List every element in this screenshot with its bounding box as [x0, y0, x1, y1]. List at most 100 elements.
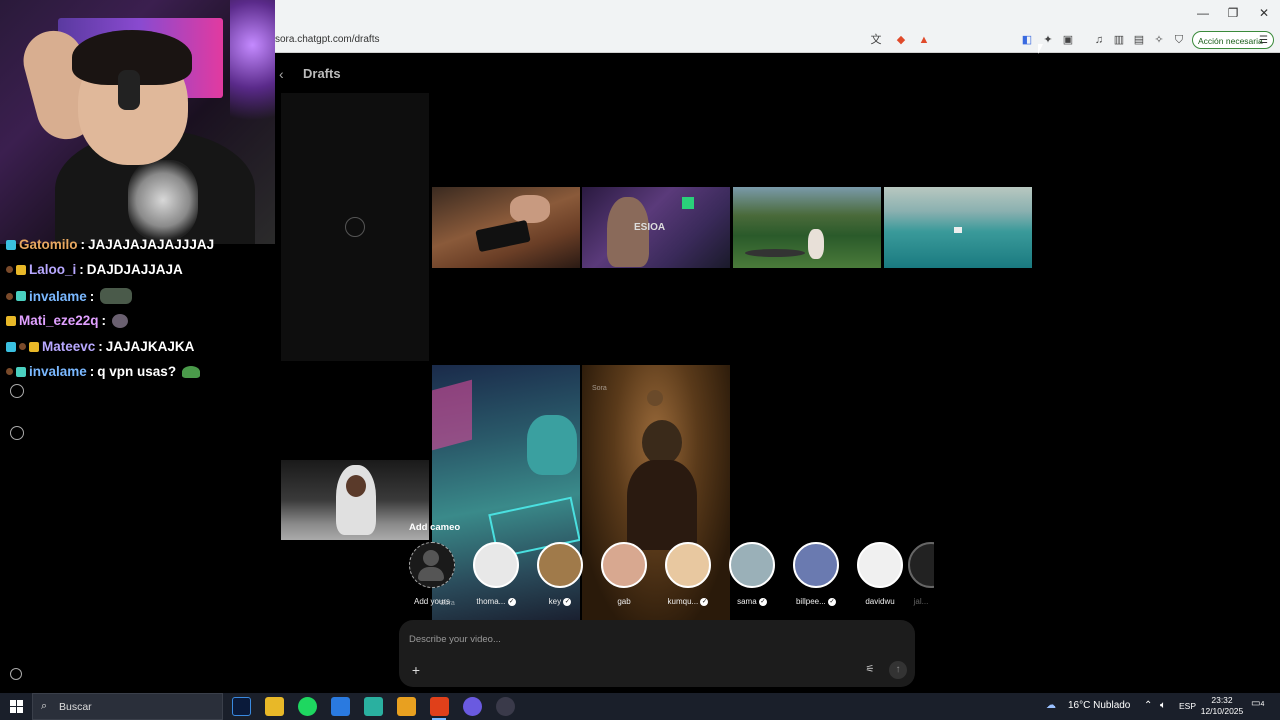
avatar — [665, 542, 711, 588]
wallet-icon[interactable]: ▤ — [1132, 33, 1146, 47]
system-clock[interactable]: 23:32 12/10/2025 — [1198, 695, 1246, 717]
add-cameo-label: Add cameo — [409, 522, 461, 533]
turtle-emote-icon — [182, 365, 201, 378]
translate-icon[interactable]: 文 — [869, 33, 883, 47]
leo-ai-icon[interactable]: ✧ — [1152, 33, 1166, 47]
vscode-icon[interactable] — [331, 697, 350, 716]
avatar — [793, 542, 839, 588]
sub-badge-icon — [16, 291, 26, 301]
file-explorer-icon[interactable] — [265, 697, 284, 716]
menu-icon: ☰ — [1259, 35, 1268, 46]
cameo-name: davidwu — [865, 597, 895, 606]
action-required-button[interactable]: Acción necesaria ☰ — [1192, 31, 1274, 49]
windows-start-icon[interactable] — [10, 700, 23, 713]
draft-thumbnail[interactable] — [733, 187, 881, 268]
cameo-item[interactable]: key ✓ — [536, 542, 584, 606]
chat-message: Laloo_i : DAJDJAJJAJA — [6, 262, 183, 277]
avatar — [537, 542, 583, 588]
cameo-item[interactable]: davidwu — [856, 542, 904, 606]
language-indicator[interactable]: ESP — [1179, 701, 1196, 711]
back-arrow-icon[interactable]: ‹ — [279, 66, 284, 82]
badge-icon — [19, 343, 26, 350]
search-icon: ⌕ — [41, 700, 48, 712]
cameo-name: jal... — [913, 597, 929, 606]
cameo-item[interactable]: kumqu... ✓ — [664, 542, 712, 606]
verified-icon: ✓ — [507, 597, 516, 606]
vpn-icon[interactable]: ⛉ — [1172, 33, 1186, 47]
add-attachment-icon[interactable]: + — [408, 662, 424, 678]
weather-text[interactable]: 16°C Nublado — [1068, 700, 1130, 711]
avatar — [473, 542, 519, 588]
brave-icon[interactable] — [430, 697, 449, 716]
prompt-composer: + ⚟ ↑ — [399, 620, 915, 687]
chat-username: Mati_eze22q — [19, 313, 99, 328]
translate-extension-icon[interactable]: ◧ — [1020, 33, 1034, 47]
rgb-lights-shape — [230, 0, 275, 150]
settings-sliders-icon[interactable]: ⚟ — [861, 661, 879, 679]
chat-message: Mateevc : JAJAJKAJKA — [6, 339, 194, 354]
clock-date: 12/10/2025 — [1200, 706, 1244, 716]
crown-badge-icon — [6, 315, 16, 326]
cameo-item[interactable]: gab — [600, 542, 648, 606]
windows-taskbar: ⌕ Buscar ☁ 16°C Nublado ⌃ 🔈︎ ESP 23:32 1… — [0, 693, 1280, 720]
weather-cloud-icon[interactable]: ☁ — [1046, 700, 1056, 711]
photoshop-icon[interactable] — [232, 697, 251, 716]
cameo-add-yours[interactable]: Add yours — [408, 542, 456, 606]
mascot-shape — [527, 415, 577, 475]
draft-thumbnail[interactable] — [432, 187, 580, 268]
cameo-name: key ✓ — [548, 597, 572, 606]
body-shape — [627, 460, 697, 550]
cameo-item[interactable]: billpee... ✓ — [792, 542, 840, 606]
taskbar-search[interactable]: ⌕ Buscar — [32, 693, 223, 720]
draft-thumbnail[interactable] — [281, 460, 429, 540]
trampoline-shape — [745, 249, 805, 257]
action-required-label: Acción necesaria — [1198, 36, 1263, 46]
url-text[interactable]: sora.chatgpt.com/drafts — [275, 34, 380, 45]
avatar — [601, 542, 647, 588]
verified-icon: ✓ — [700, 597, 709, 606]
describe-video-input[interactable] — [409, 634, 829, 645]
brave-rewards-icon[interactable]: ▲ — [917, 33, 931, 47]
volume-icon[interactable]: 🔈︎ — [1160, 700, 1166, 711]
send-arrow-icon[interactable]: ↑ — [889, 661, 907, 679]
tab-search-icon[interactable]: ▣ — [1061, 33, 1075, 47]
verified-icon: ✓ — [758, 597, 767, 606]
chat-username: Gatomilo — [19, 237, 78, 252]
draft-thumbnail[interactable] — [884, 187, 1032, 268]
obs-icon[interactable] — [496, 697, 515, 716]
cameo-item[interactable]: thoma... ✓ — [472, 542, 520, 606]
badge-icon — [6, 292, 13, 300]
chat-username: invalame — [29, 288, 87, 304]
media-icon[interactable]: ♫ — [1092, 33, 1106, 47]
settings-icon[interactable] — [10, 426, 24, 440]
app-icon[interactable] — [397, 697, 416, 716]
sub-badge-icon — [16, 366, 26, 377]
cameo-item[interactable]: sama ✓ — [728, 542, 776, 606]
taskbar-search-label: Buscar — [59, 701, 92, 713]
notifications-icon[interactable]: ▭4 — [1251, 698, 1269, 714]
badge-icon — [6, 368, 13, 375]
cameo-item[interactable]: jal... — [908, 542, 934, 606]
bell-icon[interactable] — [10, 384, 24, 398]
close-button[interactable]: ✕ — [1254, 6, 1274, 20]
cameo-name: kumqu... ✓ — [667, 597, 709, 606]
thumbnail-text: ESIOA — [634, 222, 666, 233]
draft-thumbnail[interactable]: ESIOA — [582, 187, 730, 268]
discord-icon[interactable] — [463, 697, 482, 716]
badge-icon — [6, 266, 13, 273]
emoji-icon[interactable] — [10, 668, 22, 680]
sora-watermark: Sora — [592, 385, 607, 392]
clock-time: 23:32 — [1211, 695, 1233, 705]
tray-chevron-icon[interactable]: ⌃ — [1144, 700, 1152, 711]
maximize-button[interactable]: ❐ — [1223, 6, 1243, 20]
boat-shape — [954, 227, 962, 233]
app-icon[interactable] — [364, 697, 383, 716]
extensions-icon[interactable]: ✦ — [1041, 33, 1055, 47]
chat-text: DAJDJAJJAJA — [86, 262, 183, 277]
face-shape — [346, 475, 366, 497]
minimize-button[interactable]: — — [1193, 6, 1213, 20]
spotify-icon[interactable] — [298, 697, 317, 716]
brave-shield-icon[interactable]: ◆ — [894, 33, 908, 47]
sidebar-icon[interactable]: ▥ — [1112, 33, 1126, 47]
badge-icon — [6, 341, 16, 352]
